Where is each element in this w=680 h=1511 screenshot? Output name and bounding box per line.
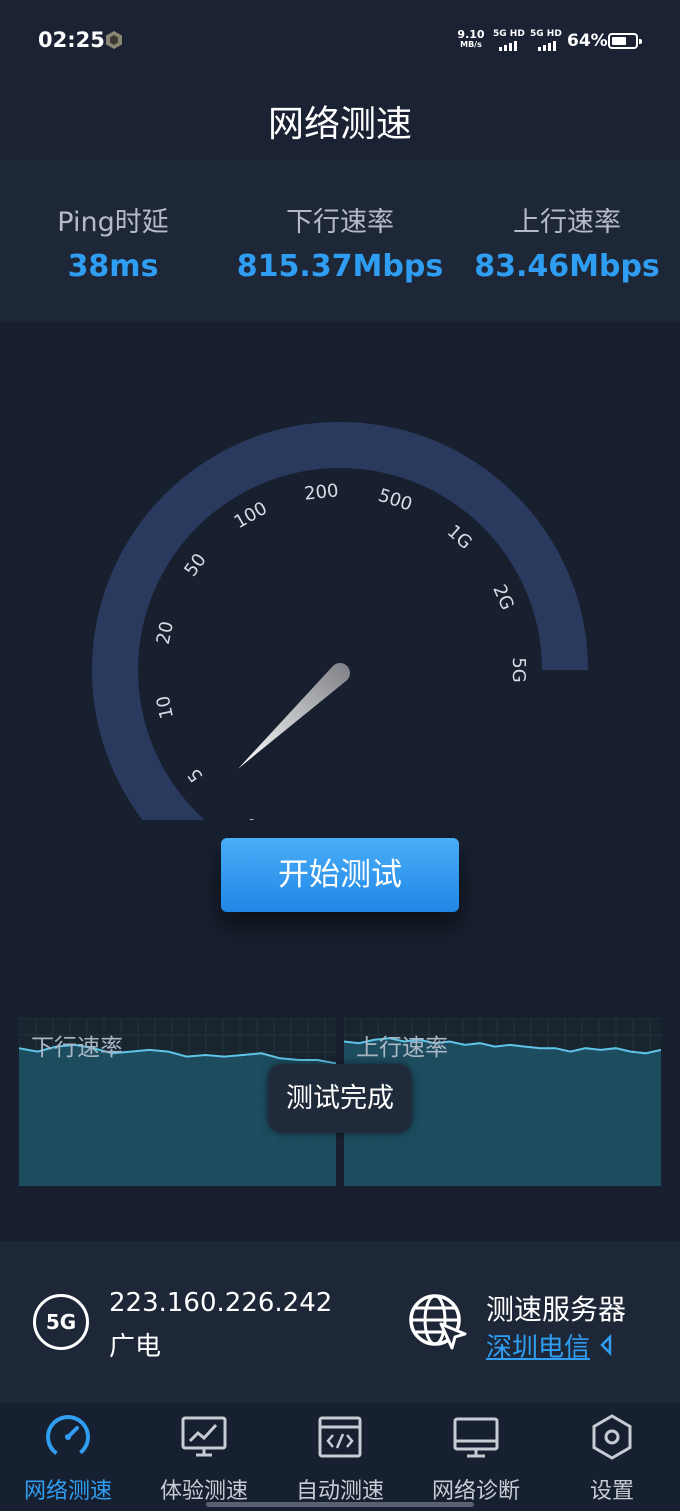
gauge-tick-1G: 1G bbox=[443, 521, 476, 554]
tab-label: 自动测速 bbox=[295, 1479, 384, 1504]
gauge-tick-50: 50 bbox=[180, 550, 210, 581]
gauge-tick-2G: 2G bbox=[488, 582, 518, 614]
monitor-chart-icon bbox=[181, 1416, 227, 1457]
tab-network-diagnosis[interactable]: 网络诊断 bbox=[408, 1403, 544, 1511]
stats-panel: Ping时延 38ms 下行速率 815.37Mbps 上行速率 83.46Mb… bbox=[0, 160, 680, 322]
tab-label: 设置 bbox=[589, 1479, 634, 1504]
tab-speed-test[interactable]: 网络测速 bbox=[0, 1403, 136, 1511]
sim1-label: 5G HD bbox=[493, 29, 525, 39]
download-graph-label: 下行速率 bbox=[31, 1035, 123, 1061]
code-window-icon bbox=[318, 1416, 362, 1458]
gauge-tick-500: 500 bbox=[376, 485, 415, 516]
ping-value: 38ms bbox=[67, 249, 159, 284]
network-type-badge: 5G bbox=[33, 1294, 89, 1350]
network-speed-unit: MB/s bbox=[460, 40, 482, 49]
gauge-tick-labels: 0 5 10 20 50 100 200 500 1G 2G 5G bbox=[153, 480, 529, 820]
tab-label: 体验测速 bbox=[159, 1479, 248, 1504]
test-complete-toast: 测试完成 bbox=[268, 1064, 412, 1133]
tab-label: 网络测速 bbox=[23, 1479, 112, 1504]
download-value: 815.37Mbps bbox=[236, 249, 444, 284]
gauge-needle bbox=[237, 663, 350, 769]
battery-percent: 64% bbox=[567, 31, 608, 51]
ping-stat: Ping时延 38ms bbox=[0, 200, 226, 284]
gauge-tick-200: 200 bbox=[303, 480, 339, 504]
battery-fill bbox=[612, 37, 627, 45]
home-indicator bbox=[206, 1502, 474, 1507]
gauge-tick-100: 100 bbox=[231, 498, 271, 533]
speed-gauge: 0 5 10 20 50 100 200 500 1G 2G 5G bbox=[92, 422, 588, 820]
ip-address: 223.160.226.242 bbox=[109, 1288, 333, 1318]
hexagon-settings-icon bbox=[592, 1414, 632, 1460]
start-test-button[interactable]: 开始测试 bbox=[221, 838, 459, 912]
gauge-tick-5: 5 bbox=[184, 764, 208, 786]
carrier-name: 广电 bbox=[109, 1332, 162, 1362]
bottom-tab-bar: 网络测速 体验测速 自动测速 网络诊断 设置 bbox=[0, 1403, 680, 1511]
download-label: 下行速率 bbox=[286, 207, 394, 238]
tab-auto-test[interactable]: 自动测速 bbox=[272, 1403, 408, 1511]
gauge-tick-0: 0 bbox=[241, 813, 261, 820]
upload-label: 上行速率 bbox=[513, 207, 621, 238]
globe-cursor-icon[interactable] bbox=[407, 1292, 467, 1352]
app-notification-icon bbox=[106, 31, 122, 49]
network-speed-indicator: 9.10 MB/s bbox=[456, 29, 486, 50]
desktop-icon bbox=[453, 1417, 499, 1458]
battery-icon bbox=[608, 33, 642, 49]
ping-label: Ping时延 bbox=[57, 207, 169, 238]
server-name-link[interactable]: 深圳电信 bbox=[486, 1327, 590, 1364]
status-time: 02:25 bbox=[38, 28, 105, 52]
status-bar: 02:25 9.10 MB/s 5G HD 5G HD 64% bbox=[0, 0, 680, 80]
tab-experience-test[interactable]: 体验测速 bbox=[136, 1403, 272, 1511]
gauge-tick-5G: 5G bbox=[508, 657, 529, 682]
speedometer-icon bbox=[46, 1415, 90, 1459]
gauge-tick-20: 20 bbox=[153, 620, 178, 647]
caret-left-icon[interactable] bbox=[598, 1334, 614, 1356]
server-title: 测速服务器 bbox=[486, 1293, 627, 1326]
page-title: 网络测速 bbox=[267, 104, 412, 145]
download-stat: 下行速率 815.37Mbps bbox=[227, 200, 453, 284]
upload-value: 83.46Mbps bbox=[474, 249, 660, 284]
tab-settings[interactable]: 设置 bbox=[544, 1403, 680, 1511]
sim2-signal-icon: 5G HD bbox=[530, 29, 562, 51]
gauge-arc bbox=[92, 422, 588, 820]
sim2-label: 5G HD bbox=[530, 29, 562, 39]
upload-graph-label: 上行速率 bbox=[356, 1035, 448, 1061]
sim1-signal-icon: 5G HD bbox=[493, 29, 525, 51]
network-speed-value: 9.10 bbox=[457, 28, 485, 41]
tab-label: 网络诊断 bbox=[431, 1479, 520, 1504]
upload-stat: 上行速率 83.46Mbps bbox=[454, 200, 680, 284]
gauge-tick-10: 10 bbox=[153, 694, 178, 721]
